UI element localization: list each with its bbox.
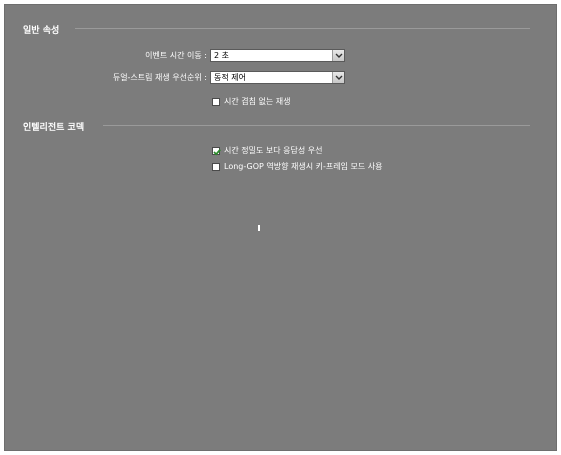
long-gop-keyframe-checkbox[interactable]	[212, 163, 220, 171]
no-overlap-playback-checkbox[interactable]	[212, 98, 220, 106]
event-time-move-value: 2 초	[214, 51, 229, 60]
section-title-general: 일반 속성	[23, 26, 60, 36]
check-icon	[213, 149, 221, 156]
event-time-move-label: 이벤트 시간 이동 :	[145, 51, 207, 60]
dual-stream-priority-select[interactable]: 동적 제어	[210, 71, 345, 84]
event-time-move-select[interactable]: 2 초	[210, 49, 345, 62]
chevron-down-icon[interactable]	[332, 72, 344, 83]
settings-panel: 일반 속성 이벤트 시간 이동 : 2 초 듀얼-스트림 재생 우선순위 : 동…	[4, 4, 557, 451]
dual-stream-priority-label: 듀얼-스트림 재생 우선순위 :	[112, 73, 207, 82]
no-overlap-playback-label: 시간 겹침 없는 재생	[224, 97, 291, 106]
long-gop-keyframe-label: Long-GOP 역방향 재생시 키-프레임 모드 사용	[224, 162, 383, 171]
section-divider-intelligent-codec	[103, 125, 530, 126]
text-cursor-icon	[258, 225, 260, 231]
responsiveness-priority-checkbox[interactable]	[212, 147, 221, 156]
section-divider-general	[75, 28, 530, 29]
dual-stream-priority-value: 동적 제어	[214, 73, 246, 82]
section-title-intelligent-codec: 인텔리전트 코덱	[23, 123, 85, 133]
chevron-down-icon[interactable]	[332, 50, 344, 61]
responsiveness-priority-label: 시간 정밀도 보다 응답성 우선	[224, 146, 323, 155]
